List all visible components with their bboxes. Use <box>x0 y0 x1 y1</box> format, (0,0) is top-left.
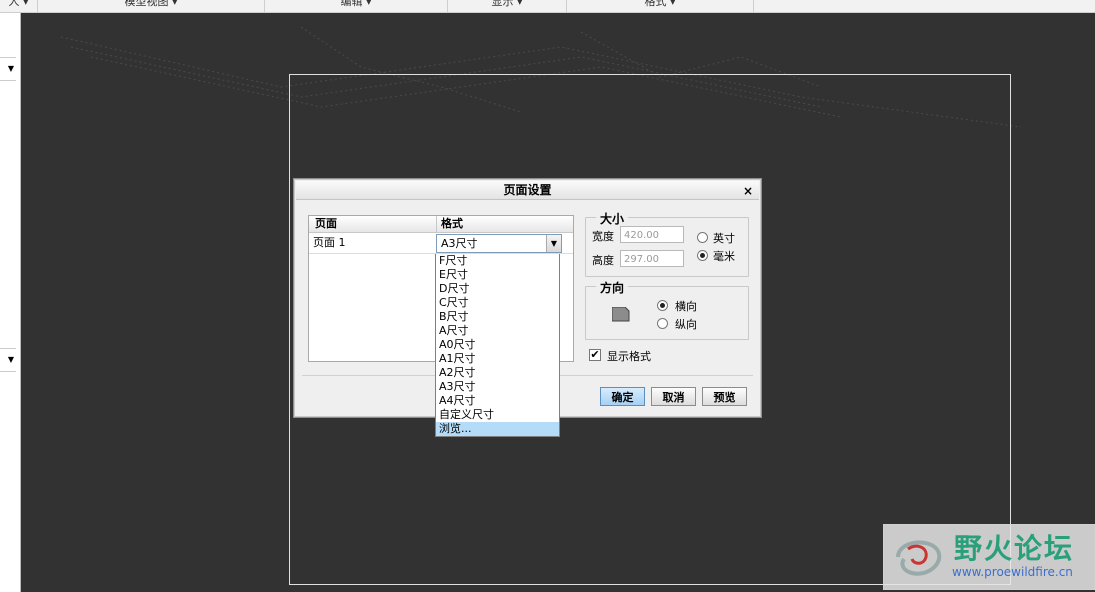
format-select-value: A3尺寸 <box>441 237 478 250</box>
show-format-label: 显示格式 <box>607 350 651 363</box>
dropdown-option-browse[interactable]: 浏览... <box>436 422 559 436</box>
chevron-down-icon[interactable]: ▼ <box>546 235 561 252</box>
unit-inch-label: 英寸 <box>713 232 735 245</box>
dropdown-option-a0[interactable]: A0尺寸 <box>436 338 559 352</box>
left-panel-dropdown-1[interactable]: ▼ <box>0 57 16 81</box>
cancel-button[interactable]: 取消 <box>651 387 696 406</box>
landscape-label: 横向 <box>675 300 697 313</box>
format-dropdown-list: F尺寸 E尺寸 D尺寸 C尺寸 B尺寸 A尺寸 A0尺寸 A1尺寸 A2尺寸 A… <box>435 254 560 437</box>
dialog-title: 页面设置 × <box>296 181 759 200</box>
unit-inch-radio[interactable] <box>697 232 708 243</box>
unit-mm-label: 毫米 <box>713 250 735 263</box>
preview-button[interactable]: 预览 <box>702 387 747 406</box>
column-header-page[interactable]: 页面 <box>315 216 337 232</box>
page-orientation-icon <box>612 307 630 322</box>
orientation-legend: 方向 <box>596 279 629 296</box>
width-label: 宽度 <box>592 230 614 243</box>
forum-watermark: 野火论坛 www.proewildfire.cn <box>883 524 1095 590</box>
portrait-radio[interactable] <box>657 318 668 329</box>
landscape-radio[interactable] <box>657 300 668 311</box>
dropdown-option-f[interactable]: F尺寸 <box>436 254 559 268</box>
format-select[interactable]: A3尺寸 ▼ <box>436 234 562 253</box>
dropdown-option-c[interactable]: C尺寸 <box>436 296 559 310</box>
watermark-title: 野火论坛 <box>954 532 1075 565</box>
watermark-url: www.proewildfire.cn <box>952 565 1073 579</box>
show-format-checkbox[interactable]: ✔ <box>589 349 601 361</box>
portrait-label: 纵向 <box>675 318 697 331</box>
dropdown-option-d[interactable]: D尺寸 <box>436 282 559 296</box>
ok-button[interactable]: 确定 <box>600 387 645 406</box>
chevron-down-icon: ▼ <box>7 64 14 73</box>
width-field[interactable]: 420.00 <box>620 226 684 243</box>
unit-mm-radio[interactable] <box>697 250 708 261</box>
dropdown-option-a1[interactable]: A1尺寸 <box>436 352 559 366</box>
table-header: 页面 格式 <box>309 216 573 233</box>
dropdown-option-a4[interactable]: A4尺寸 <box>436 394 559 408</box>
tab-format[interactable]: 格式 ▾ <box>567 0 754 12</box>
dropdown-option-b[interactable]: B尺寸 <box>436 310 559 324</box>
tab-display[interactable]: 显示 ▾ <box>448 0 567 12</box>
chevron-down-icon: ▼ <box>7 355 14 364</box>
column-header-format[interactable]: 格式 <box>441 216 463 232</box>
height-label: 高度 <box>592 254 614 267</box>
tab-1[interactable]: 人 ▾ <box>0 0 38 12</box>
height-field[interactable]: 297.00 <box>620 250 684 267</box>
dropdown-option-a2[interactable]: A2尺寸 <box>436 366 559 380</box>
close-icon[interactable]: × <box>743 183 753 199</box>
checkmark-icon: ✔ <box>590 348 600 361</box>
size-group: 大小 宽度 420.00 英寸 高度 297.00 毫米 <box>585 210 749 277</box>
size-legend: 大小 <box>596 210 629 227</box>
orientation-group: 方向 横向 纵向 <box>585 279 749 340</box>
ribbon-tabs: 人 ▾ 模型视图 ▾ 编辑 ▾ 显示 ▾ 格式 ▾ <box>0 0 1095 13</box>
left-panel: ▼ ▼ <box>0 13 21 592</box>
forum-logo-icon <box>896 540 942 576</box>
tab-model-view[interactable]: 模型视图 ▾ <box>38 0 265 12</box>
dialog-title-text: 页面设置 <box>503 183 552 197</box>
left-panel-dropdown-2[interactable]: ▼ <box>0 348 16 372</box>
dropdown-option-e[interactable]: E尺寸 <box>436 268 559 282</box>
column-divider <box>436 216 437 232</box>
dropdown-option-a[interactable]: A尺寸 <box>436 324 559 338</box>
row-page-name: 页面 1 <box>313 236 346 249</box>
dropdown-option-custom[interactable]: 自定义尺寸 <box>436 408 559 422</box>
dropdown-option-a3[interactable]: A3尺寸 <box>436 380 559 394</box>
tab-edit[interactable]: 编辑 ▾ <box>265 0 448 12</box>
